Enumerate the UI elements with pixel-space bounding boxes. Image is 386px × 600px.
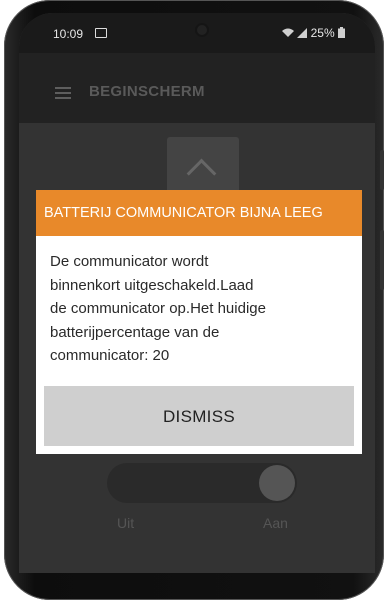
status-bar: 10:09 25% <box>19 13 375 53</box>
page-title: BEGINSCHERM <box>89 83 205 100</box>
battery-warning-dialog: BATTERIJ COMMUNICATOR BIJNA LEEG De comm… <box>36 190 362 454</box>
dismiss-button[interactable]: DISMISS <box>44 386 354 446</box>
dialog-message: De communicator wordt binnenkort uitgesc… <box>50 250 350 368</box>
volume-button <box>380 150 384 190</box>
system-icons: 25% <box>281 26 345 40</box>
message-line: De communicator wordt <box>50 253 209 270</box>
up-button[interactable] <box>167 137 239 197</box>
message-line: communicator: 20 <box>50 347 170 364</box>
toggle-on-label: Aan <box>263 515 288 531</box>
battery-icon <box>338 27 345 38</box>
hamburger-icon[interactable] <box>55 87 71 102</box>
battery-percentage: 25% <box>310 26 335 40</box>
message-line: de communicator op.Het huidige <box>50 300 266 317</box>
signal-icon <box>297 28 308 38</box>
message-line: batterijpercentage van de <box>50 323 220 341</box>
message-line: binnenkort uitgeschakeld.Laad <box>50 276 254 294</box>
image-icon <box>95 28 107 38</box>
toggle-off-label: Uit <box>117 515 135 531</box>
app-bar: BEGINSCHERM <box>19 53 375 123</box>
power-button <box>380 230 384 290</box>
on-off-toggle[interactable] <box>107 463 297 503</box>
front-camera <box>197 25 207 35</box>
toggle-knob[interactable] <box>259 465 295 501</box>
dialog-title: BATTERIJ COMMUNICATOR BIJNA LEEG <box>36 190 362 236</box>
wifi-icon <box>281 28 294 37</box>
status-time: 10:09 <box>53 27 84 41</box>
chevron-up-icon <box>186 158 217 189</box>
